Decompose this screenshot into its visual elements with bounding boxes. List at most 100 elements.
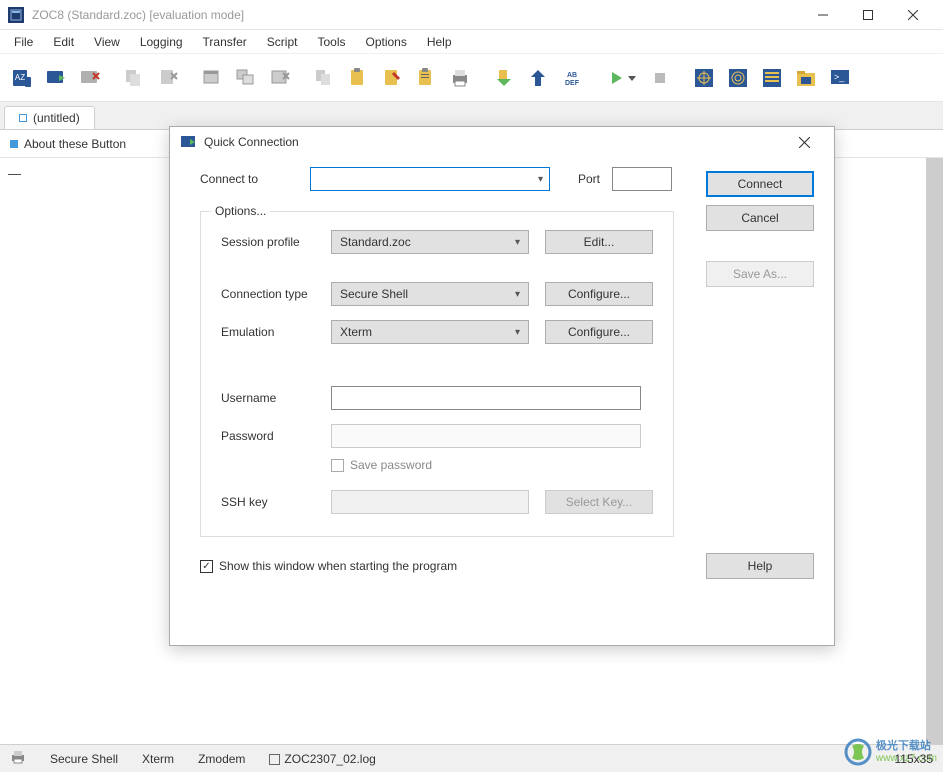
toolbar-edit-icon[interactable] — [376, 62, 408, 94]
toolbar-terminal-icon[interactable]: >_ — [824, 62, 856, 94]
toolbar-connect-icon[interactable] — [40, 62, 72, 94]
password-input[interactable] — [331, 424, 641, 448]
svg-text:AB: AB — [567, 72, 577, 79]
logfile-checkbox-icon — [269, 754, 280, 765]
toolbar-hostdir-icon[interactable]: AZ — [6, 62, 38, 94]
emulation-combo[interactable]: Xterm ▾ — [331, 320, 529, 344]
connection-type-value: Secure Shell — [340, 287, 408, 301]
toolbar-target2-icon[interactable] — [722, 62, 754, 94]
svg-text:>_: >_ — [834, 72, 845, 82]
menu-bar: File Edit View Logging Transfer Script T… — [0, 30, 943, 54]
scrollbar-thumb[interactable] — [926, 158, 943, 744]
password-label: Password — [221, 429, 331, 443]
toolbar-download-icon[interactable] — [488, 62, 520, 94]
toolbar-copy-icon[interactable] — [118, 62, 150, 94]
help-button[interactable]: Help — [706, 553, 814, 579]
options-fieldset: Options... Session profile Standard.zoc … — [200, 211, 674, 537]
status-size: 115x35 — [895, 752, 933, 766]
saveas-button: Save As... — [706, 261, 814, 287]
secondary-indicator-icon — [10, 140, 18, 148]
scrollbar-track[interactable] — [926, 158, 943, 744]
dialog-title: Quick Connection — [204, 135, 299, 149]
status-emulation[interactable]: Xterm — [142, 752, 174, 766]
options-legend: Options... — [211, 204, 270, 218]
dialog-titlebar: Quick Connection — [170, 127, 834, 157]
chevron-down-icon: ▾ — [515, 237, 520, 248]
toolbar-disconnect-icon[interactable] — [74, 62, 106, 94]
status-logfile[interactable]: ZOC2307_02.log — [269, 752, 375, 766]
tab-status-icon — [19, 114, 27, 122]
emulation-label: Emulation — [221, 325, 331, 339]
toolbar-stop-icon[interactable] — [644, 62, 676, 94]
maximize-button[interactable] — [845, 0, 890, 30]
emulation-value: Xterm — [340, 325, 372, 339]
save-password-checkbox[interactable] — [331, 459, 344, 472]
configure-connection-button[interactable]: Configure... — [545, 282, 653, 306]
window-titlebar: ZOC8 (Standard.zoc) [evaluation mode] — [0, 0, 943, 30]
chevron-down-icon: ▾ — [515, 327, 520, 338]
tab-label: (untitled) — [33, 111, 80, 125]
show-on-start-label: Show this window when starting the progr… — [219, 559, 457, 573]
toolbar-cut-icon[interactable] — [152, 62, 184, 94]
toolbar-target1-icon[interactable] — [688, 62, 720, 94]
dialog-icon — [180, 134, 196, 150]
window-title: ZOC8 (Standard.zoc) [evaluation mode] — [32, 8, 800, 22]
toolbar-clipboard-icon[interactable] — [410, 62, 442, 94]
quick-connection-dialog: Quick Connection Connect Cancel Save As.… — [169, 126, 835, 646]
sshkey-input — [331, 490, 529, 514]
toolbar-run-icon[interactable] — [600, 62, 642, 94]
menu-file[interactable]: File — [4, 32, 43, 52]
session-profile-combo[interactable]: Standard.zoc ▾ — [331, 230, 529, 254]
tab-untitled[interactable]: (untitled) — [4, 106, 95, 129]
secondary-bar-label[interactable]: About these Button — [24, 137, 126, 151]
dialog-close-button[interactable] — [784, 127, 824, 157]
menu-help[interactable]: Help — [417, 32, 462, 52]
configure-emulation-button[interactable]: Configure... — [545, 320, 653, 344]
toolbar-list-icon[interactable] — [756, 62, 788, 94]
menu-transfer[interactable]: Transfer — [193, 32, 257, 52]
sshkey-label: SSH key — [221, 495, 331, 509]
svg-text:AZ: AZ — [15, 73, 25, 82]
toolbar-print-icon[interactable] — [444, 62, 476, 94]
edit-button[interactable]: Edit... — [545, 230, 653, 254]
status-transfer[interactable]: Zmodem — [198, 752, 245, 766]
menu-script[interactable]: Script — [257, 32, 308, 52]
connection-type-label: Connection type — [221, 287, 331, 301]
toolbar-ascii-icon[interactable]: ABDEF — [556, 62, 588, 94]
menu-tools[interactable]: Tools — [307, 32, 355, 52]
status-bar: Secure Shell Xterm Zmodem ZOC2307_02.log… — [0, 744, 943, 772]
toolbar-windows-icon[interactable] — [230, 62, 262, 94]
toolbar-duplicate-icon[interactable] — [308, 62, 340, 94]
cancel-button[interactable]: Cancel — [706, 205, 814, 231]
toolbar-delwindow-icon[interactable] — [264, 62, 296, 94]
printer-icon — [10, 750, 26, 767]
session-profile-value: Standard.zoc — [340, 235, 411, 249]
status-connection-type[interactable]: Secure Shell — [50, 752, 118, 766]
menu-logging[interactable]: Logging — [130, 32, 193, 52]
show-on-start-checkbox[interactable]: ✓ — [200, 560, 213, 573]
connect-button[interactable]: Connect — [706, 171, 814, 197]
menu-view[interactable]: View — [84, 32, 130, 52]
username-input[interactable] — [331, 386, 641, 410]
connect-to-combo[interactable]: ▾ — [310, 167, 550, 191]
connection-type-combo[interactable]: Secure Shell ▾ — [331, 282, 529, 306]
port-input[interactable] — [612, 167, 672, 191]
app-icon — [8, 7, 24, 23]
toolbar-folder-icon[interactable] — [790, 62, 822, 94]
terminal-prompt: — — [8, 166, 21, 181]
toolbar: AZ ABDEF >_ — [0, 54, 943, 102]
minimize-button[interactable] — [800, 0, 845, 30]
chevron-down-icon: ▾ — [515, 289, 520, 300]
save-password-label: Save password — [350, 458, 432, 472]
session-profile-label: Session profile — [221, 235, 331, 249]
select-key-button: Select Key... — [545, 490, 653, 514]
close-button[interactable] — [890, 0, 935, 30]
toolbar-window-icon[interactable] — [196, 62, 228, 94]
svg-text:DEF: DEF — [565, 80, 580, 87]
username-label: Username — [221, 391, 331, 405]
toolbar-paste-icon[interactable] — [342, 62, 374, 94]
menu-options[interactable]: Options — [355, 32, 416, 52]
toolbar-upload-icon[interactable] — [522, 62, 554, 94]
menu-edit[interactable]: Edit — [43, 32, 84, 52]
connect-to-label: Connect to — [200, 172, 310, 186]
